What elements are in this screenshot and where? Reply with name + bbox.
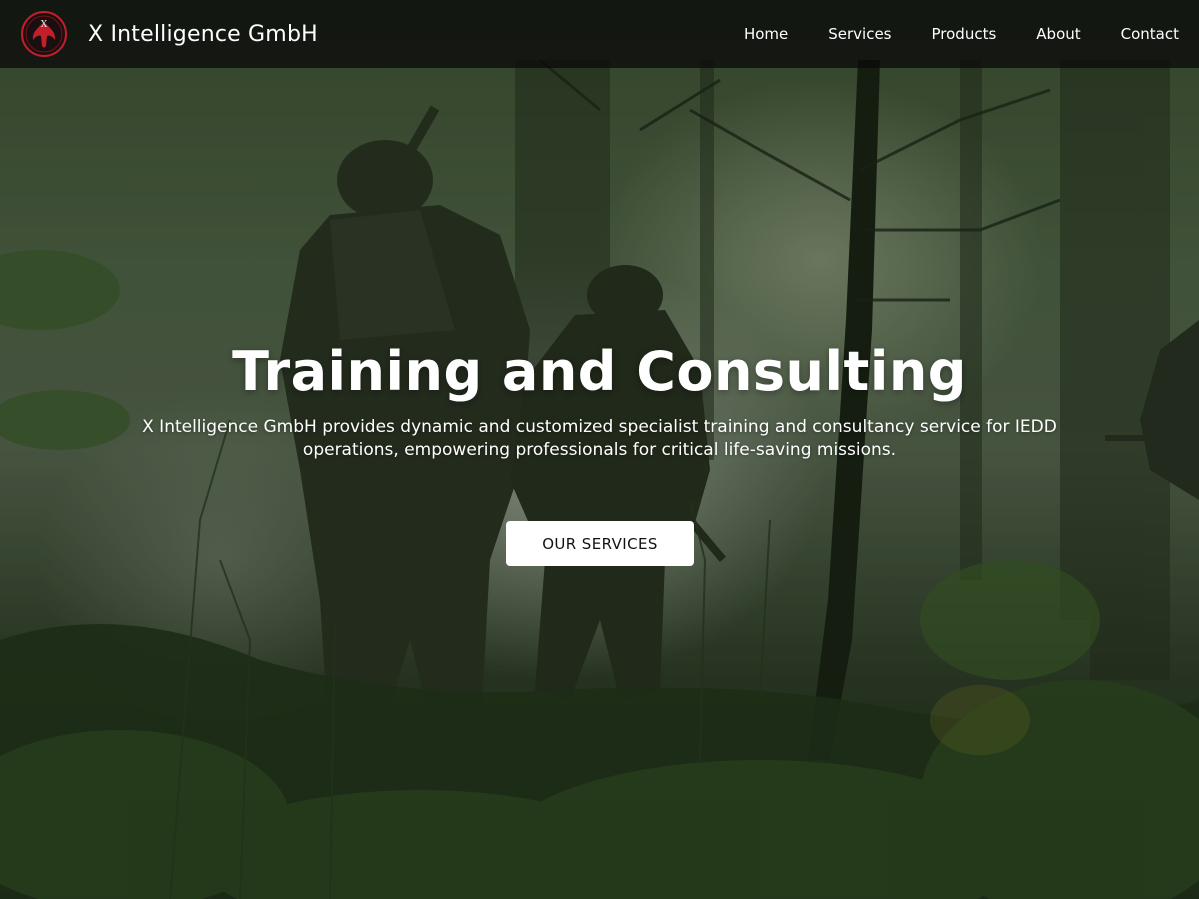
site-header: X X Intelligence GmbH Home Services Prod… bbox=[0, 0, 1199, 68]
nav-contact[interactable]: Contact bbox=[1121, 25, 1179, 43]
brand[interactable]: X X Intelligence GmbH bbox=[20, 10, 318, 58]
company-logo[interactable]: X bbox=[20, 10, 68, 58]
hero-content: Training and Consulting X Intelligence G… bbox=[0, 336, 1199, 462]
hero-title: Training and Consulting bbox=[232, 340, 967, 403]
nav-products[interactable]: Products bbox=[932, 25, 997, 43]
brand-name[interactable]: X Intelligence GmbH bbox=[88, 22, 318, 47]
hero-section: X X Intelligence GmbH Home Services Prod… bbox=[0, 0, 1199, 899]
hero-subtitle: X Intelligence GmbH provides dynamic and… bbox=[142, 417, 1057, 460]
main-nav: Home Services Products About Contact bbox=[704, 0, 1179, 68]
logo-letter: X bbox=[41, 20, 48, 30]
nav-services[interactable]: Services bbox=[828, 25, 891, 43]
nav-home[interactable]: Home bbox=[744, 25, 788, 43]
our-services-button[interactable]: OUR SERVICES bbox=[506, 521, 694, 566]
nav-about[interactable]: About bbox=[1036, 25, 1080, 43]
